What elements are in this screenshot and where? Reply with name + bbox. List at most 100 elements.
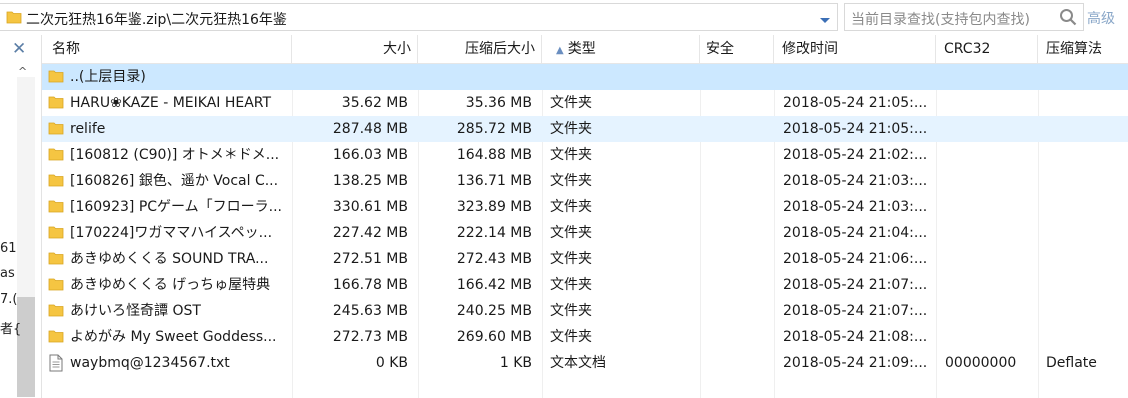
row-type: 文件夹 xyxy=(550,251,592,267)
side-text-fragment: 7.( xyxy=(0,292,18,307)
row-type xyxy=(550,64,700,90)
folder-icon xyxy=(48,68,64,88)
column-header-modified[interactable]: 修改时间 xyxy=(774,35,936,63)
search-icon[interactable] xyxy=(1059,8,1077,30)
row-name: よめがみ My Sweet Goddess... xyxy=(70,329,277,345)
folder-icon xyxy=(6,9,22,29)
row-modified: 2018-05-24 21:04:... xyxy=(783,225,927,241)
table-row[interactable]: ..(上层目录) xyxy=(42,64,1128,90)
address-path: 二次元狂热16年鉴.zip\二次元狂热16年鉴 xyxy=(26,12,287,28)
toolbar: 二次元狂热16年鉴.zip\二次元狂热16年鉴 当前目录查找(支持包内查找) 高… xyxy=(0,0,1128,35)
table-row[interactable]: よめがみ My Sweet Goddess... 272.73 MB 269.60 … xyxy=(42,324,1128,350)
row-size: 166.03 MB xyxy=(332,147,408,163)
row-crc32 xyxy=(945,246,1040,272)
column-header-algorithm[interactable]: 压缩算法 xyxy=(1038,35,1128,63)
row-modified: 2018-05-24 21:02:... xyxy=(783,147,927,163)
close-icon[interactable]: ✕ xyxy=(12,39,26,59)
row-name: あきゆめくくる SOUND TRA... xyxy=(70,251,269,267)
row-type: 文件夹 xyxy=(550,199,592,215)
row-algorithm xyxy=(1046,142,1126,168)
table-row[interactable]: relife 287.48 MB 285.72 MB 文件夹 2018-05-24 21… xyxy=(42,116,1128,142)
row-algorithm xyxy=(1046,116,1126,142)
row-modified: 2018-05-24 21:09:... xyxy=(783,355,927,371)
row-compressed-size: 272.43 MB xyxy=(456,251,532,267)
folder-icon xyxy=(48,276,64,296)
row-name: [170224]ワガママハイスペッ... xyxy=(70,225,273,241)
table-row[interactable]: あきゆめくくる SOUND TRA... 272.51 MB 272.43 MB 文件… xyxy=(42,246,1128,272)
row-size: 245.63 MB xyxy=(332,303,408,319)
table-row[interactable]: [170224]ワガママハイスペッ... 227.42 MB 222.14 MB 文件… xyxy=(42,220,1128,246)
row-crc32 xyxy=(945,90,1040,116)
row-compressed-size: 269.60 MB xyxy=(456,329,532,345)
search-placeholder: 当前目录查找(支持包内查找) xyxy=(851,12,1030,28)
column-header-compressed-size[interactable]: 压缩后大小 xyxy=(418,35,542,63)
row-type: 文件夹 xyxy=(550,147,592,163)
row-modified: 2018-05-24 21:03:... xyxy=(783,199,927,215)
row-modified: 2018-05-24 21:03:... xyxy=(783,173,927,189)
row-name: relife xyxy=(70,121,106,137)
row-algorithm xyxy=(1046,64,1126,90)
row-crc32: 00000000 xyxy=(945,355,1017,371)
table-row[interactable]: [160812 (C90)] オトメ＊ドメ... 166.03 MB 164.88 … xyxy=(42,142,1128,168)
column-label: 修改时间 xyxy=(782,41,838,57)
table-row[interactable]: [160923] PCゲーム「フローラ... 330.61 MB 323.89 MB… xyxy=(42,194,1128,220)
row-compressed-size: 240.25 MB xyxy=(456,303,532,319)
row-size: 0 KB xyxy=(375,355,408,371)
row-modified: 2018-05-24 21:08:... xyxy=(783,329,927,345)
row-algorithm xyxy=(1046,298,1126,324)
column-header-crc32[interactable]: CRC32 xyxy=(936,35,1038,63)
column-label: 安全 xyxy=(706,41,734,57)
row-crc32 xyxy=(945,116,1040,142)
row-crc32 xyxy=(945,272,1040,298)
table-row[interactable]: [160826] 銀色、遥か Vocal C... 138.25 MB 136.71… xyxy=(42,168,1128,194)
row-name: [160826] 銀色、遥か Vocal C... xyxy=(70,173,279,189)
row-algorithm xyxy=(1046,194,1126,220)
row-modified: 2018-05-24 21:05:... xyxy=(783,121,927,137)
row-name: waybmq@1234567.txt xyxy=(70,355,230,371)
row-type: 文件夹 xyxy=(550,95,592,111)
row-type: 文件夹 xyxy=(550,303,592,319)
table-row[interactable]: あきゆめくくる げっちゅ屋特典 166.78 MB 166.42 MB 文件夹 2018… xyxy=(42,272,1128,298)
column-header-type[interactable]: ▲ 类型 xyxy=(542,35,700,63)
row-name: [160812 (C90)] オトメ＊ドメ... xyxy=(70,147,280,163)
row-modified: 2018-05-24 21:07:... xyxy=(783,303,927,319)
search-input[interactable]: 当前目录查找(支持包内查找) xyxy=(844,3,1084,31)
row-type: 文件夹 xyxy=(550,277,592,293)
row-type: 文件夹 xyxy=(550,121,592,137)
column-header-size[interactable]: 大小 xyxy=(292,35,418,63)
row-compressed-size: 166.42 MB xyxy=(456,277,532,293)
row-modified xyxy=(783,64,927,90)
row-size: 35.62 MB xyxy=(341,95,408,111)
row-algorithm xyxy=(1046,324,1126,350)
row-algorithm xyxy=(1046,246,1126,272)
advanced-search-link[interactable]: 高级 xyxy=(1087,8,1115,28)
folder-icon xyxy=(48,224,64,244)
row-name: あけいろ怪奇譚 OST xyxy=(70,303,201,319)
row-type: 文件夹 xyxy=(550,329,592,345)
table-row[interactable]: HARU❀KAZE - MEIKAI HEART 35.62 MB 35.36 MB… xyxy=(42,90,1128,116)
table-row[interactable]: あけいろ怪奇譚 OST 245.63 MB 240.25 MB 文件夹 2018-05-… xyxy=(42,298,1128,324)
row-size: 272.51 MB xyxy=(332,251,408,267)
scrollbar-thumb[interactable] xyxy=(17,297,35,397)
row-compressed-size: 285.72 MB xyxy=(456,121,532,137)
row-size: 272.73 MB xyxy=(332,329,408,345)
column-header: 名称 大小 压缩后大小 ▲ 类型 安全 修改时间 CRC32 压缩算法 xyxy=(42,35,1128,64)
row-name: あきゆめくくる げっちゅ屋特典 xyxy=(70,277,271,293)
row-crc32 xyxy=(945,64,1040,90)
column-label: 压缩后大小 xyxy=(465,41,535,57)
column-header-name[interactable]: 名称 xyxy=(42,35,292,63)
chevron-down-icon[interactable] xyxy=(819,13,831,29)
row-compressed-size: 164.88 MB xyxy=(456,147,532,163)
row-algorithm: Deflate xyxy=(1046,355,1097,371)
column-label: 名称 xyxy=(52,41,80,57)
row-crc32 xyxy=(945,142,1040,168)
row-modified: 2018-05-24 21:05:... xyxy=(783,95,927,111)
column-label: CRC32 xyxy=(944,41,991,57)
column-header-security[interactable]: 安全 xyxy=(700,35,774,63)
folder-icon xyxy=(48,146,64,166)
side-panel: ✕ ^ 61 as 7.( 者{ xyxy=(0,35,42,398)
address-bar[interactable]: 二次元狂热16年鉴.zip\二次元狂热16年鉴 xyxy=(0,3,838,31)
side-text-fragment: as xyxy=(0,266,15,281)
table-row[interactable]: waybmq@1234567.txt 0 KB 1 KB 文本文档 2018-05-24… xyxy=(42,350,1128,376)
row-crc32 xyxy=(945,194,1040,220)
